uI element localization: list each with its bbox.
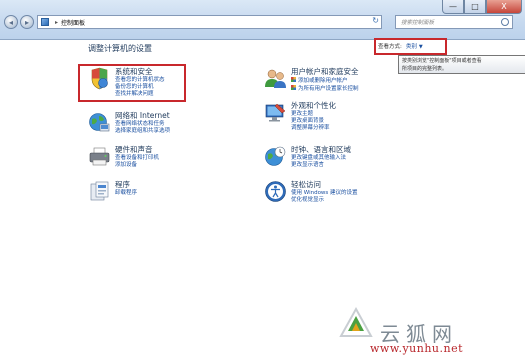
category-title[interactable]: 外观和个性化	[291, 101, 336, 111]
programs-icon	[88, 180, 111, 203]
link-label: 添加或删除用户帐户	[298, 78, 348, 84]
category-network[interactable]: 网络和 Internet 查看网络状态和任务 选择家庭组和共享选项	[88, 111, 170, 135]
tooltip-line-1: 按类别浏览"控制面板"项目或者查看	[402, 58, 482, 64]
category-programs[interactable]: 程序 卸载程序	[88, 180, 137, 203]
minimize-button[interactable]: —	[442, 0, 464, 14]
link-keyboard-input[interactable]: 更改键盘或其他输入法	[291, 155, 351, 162]
maximize-button[interactable]: □	[464, 0, 486, 14]
title-bar: — □ X ◂ ▸ ▸ 控制面板 ↻ 搜索控制面板	[0, 0, 525, 40]
window-controls: — □ X	[442, 0, 522, 14]
tooltip-line-2: 所项目的完整列表。	[402, 65, 448, 72]
back-button[interactable]: ◂	[4, 15, 18, 29]
users-icon	[264, 67, 287, 90]
category-clock-region[interactable]: 时钟、语言和区域 更改键盘或其他输入法 更改显示语言	[264, 145, 351, 169]
tooltip: 按类别浏览"控制面板"项目或者查看 所项目的完整列表。	[398, 55, 525, 74]
forward-button[interactable]: ▸	[20, 15, 34, 29]
search-input[interactable]: 搜索控制面板	[395, 15, 513, 29]
uac-shield-icon	[291, 77, 296, 82]
category-user-accounts[interactable]: 用户帐户和家庭安全 添加或删除用户帐户 为所有用户设置家长控制	[264, 67, 359, 93]
link-display-language[interactable]: 更改显示语言	[291, 162, 351, 169]
category-title[interactable]: 网络和 Internet	[115, 111, 170, 121]
search-placeholder: 搜索控制面板	[401, 20, 435, 26]
watermark-url: www.yunhu.net	[370, 342, 464, 355]
link-parental-controls[interactable]: 为所有用户设置家长控制	[291, 85, 359, 93]
link-devices-printers[interactable]: 查看设备和打印机	[115, 155, 159, 162]
link-recommended-settings[interactable]: 使用 Windows 建议的设置	[291, 190, 358, 197]
link-label: 为所有用户设置家长控制	[298, 86, 359, 92]
category-title[interactable]: 轻松访问	[291, 180, 358, 190]
uac-shield-icon	[291, 85, 296, 90]
printer-icon	[88, 145, 111, 168]
highlight-box-view-by	[374, 38, 447, 55]
category-ease-of-access[interactable]: 轻松访问 使用 Windows 建议的设置 优化视觉显示	[264, 180, 358, 204]
close-button[interactable]: X	[486, 0, 522, 14]
category-title[interactable]: 用户帐户和家庭安全	[291, 67, 359, 77]
clock-globe-icon	[264, 145, 287, 168]
link-add-remove-accounts[interactable]: 添加或删除用户帐户	[291, 77, 359, 85]
link-screen-resolution[interactable]: 调整屏幕分辨率	[291, 125, 336, 132]
highlight-box-system-security	[78, 64, 186, 102]
category-title[interactable]: 时钟、语言和区域	[291, 145, 351, 155]
page-title: 调整计算机的设置	[88, 44, 152, 53]
ease-of-access-icon	[264, 180, 287, 203]
link-desktop-background[interactable]: 更改桌面背景	[291, 118, 336, 125]
control-panel-icon	[41, 18, 49, 26]
category-hardware[interactable]: 硬件和声音 查看设备和打印机 添加设备	[88, 145, 159, 169]
watermark-logo	[339, 306, 373, 337]
appearance-icon	[264, 101, 287, 124]
link-network-status[interactable]: 查看网络状态和任务	[115, 121, 170, 128]
link-add-device[interactable]: 添加设备	[115, 162, 159, 169]
link-homegroup-sharing[interactable]: 选择家庭组和共享选项	[115, 128, 170, 135]
address-bar[interactable]: ▸ 控制面板 ↻	[37, 15, 382, 29]
breadcrumb-control-panel[interactable]: 控制面板	[61, 18, 85, 27]
category-title[interactable]: 程序	[115, 180, 137, 190]
link-change-theme[interactable]: 更改主题	[291, 111, 336, 118]
breadcrumb-separator: ▸	[55, 18, 59, 26]
link-uninstall-program[interactable]: 卸载程序	[115, 190, 137, 197]
globe-network-icon	[88, 111, 111, 134]
refresh-icon[interactable]: ↻	[372, 16, 379, 25]
search-icon[interactable]	[501, 18, 509, 26]
category-title[interactable]: 硬件和声音	[115, 145, 159, 155]
link-optimize-visual[interactable]: 优化视觉显示	[291, 197, 358, 204]
category-appearance[interactable]: 外观和个性化 更改主题 更改桌面背景 调整屏幕分辨率	[264, 101, 336, 132]
